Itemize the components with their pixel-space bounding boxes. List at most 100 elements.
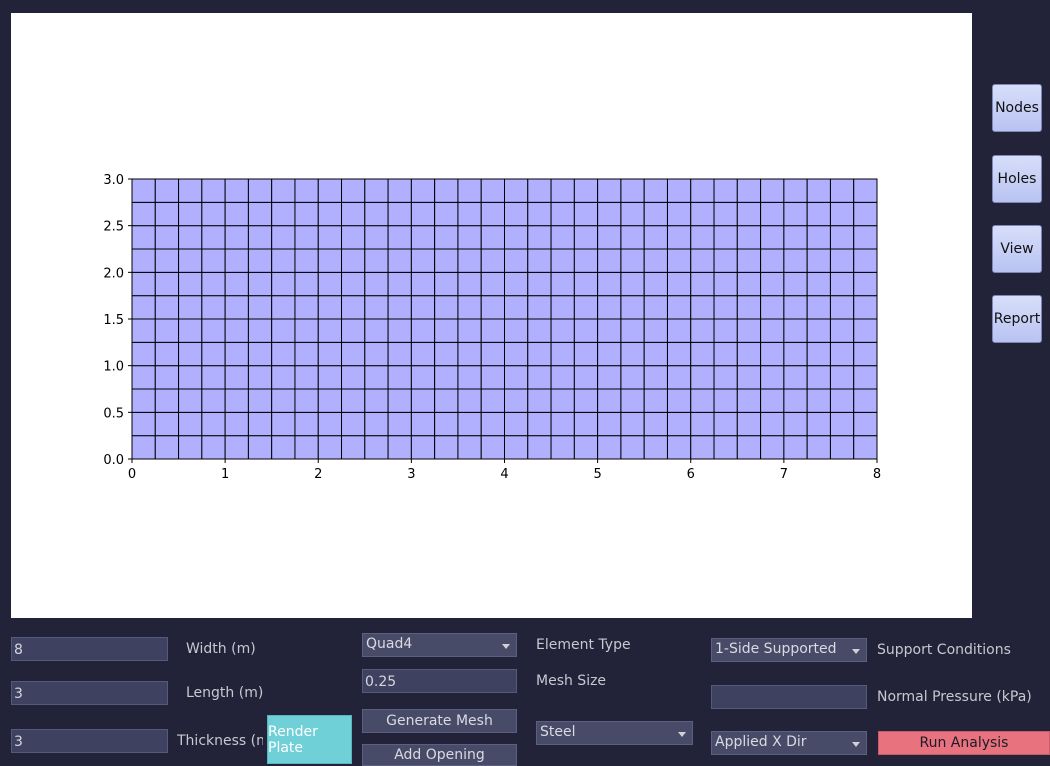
normal-pressure-input[interactable]: [711, 685, 867, 709]
y-tick-label: 0.5: [103, 406, 124, 421]
length-input[interactable]: [11, 681, 168, 705]
y-tick-label: 2.5: [103, 220, 124, 235]
element-type-select[interactable]: Quad4: [362, 633, 517, 657]
mesh-element: [294, 271, 319, 297]
mesh-element: [853, 318, 878, 343]
mesh-element: [457, 295, 482, 320]
mesh-element: [597, 388, 622, 413]
nodes-button[interactable]: Nodes: [992, 84, 1042, 132]
render-plate-button[interactable]: Render Plate: [267, 715, 352, 764]
mesh-element: [294, 411, 319, 437]
mesh-element: [341, 411, 366, 437]
mesh-element: [434, 178, 459, 203]
mesh-element: [713, 365, 738, 390]
mesh-element: [853, 435, 878, 460]
mesh-element: [690, 341, 715, 367]
mesh-element: [713, 435, 738, 460]
mesh-element: [364, 435, 389, 460]
mesh-element: [410, 341, 436, 367]
material-select[interactable]: Steel: [536, 721, 693, 745]
run-analysis-button[interactable]: Run Analysis: [878, 731, 1050, 755]
mesh-element: [410, 295, 436, 320]
thickness-input[interactable]: [11, 729, 168, 753]
mesh-element: [364, 271, 389, 297]
mesh-element: [713, 248, 738, 273]
mesh-element: [643, 435, 668, 460]
mesh-element: [806, 271, 831, 297]
mesh-element: [131, 411, 156, 437]
mesh-element: [620, 411, 645, 437]
chevron-down-icon: [678, 732, 686, 737]
x-tick-label: 2: [314, 467, 322, 482]
mesh-element: [178, 271, 203, 297]
mesh-element: [760, 178, 785, 203]
mesh-element: [341, 388, 366, 413]
mesh-element: [643, 365, 668, 390]
width-input[interactable]: [11, 637, 168, 661]
load-direction-select[interactable]: Applied X Dir: [711, 731, 867, 755]
mesh-element: [853, 248, 878, 273]
mesh-element: [806, 318, 831, 343]
mesh-element: [620, 435, 645, 460]
generate-mesh-button[interactable]: Generate Mesh: [362, 709, 517, 733]
mesh-element: [224, 178, 249, 203]
mesh-element: [341, 248, 366, 273]
mesh-element: [317, 295, 343, 320]
mesh-element: [829, 411, 855, 437]
mesh-element: [736, 318, 762, 343]
mesh-element: [736, 341, 762, 367]
mesh-element: [480, 365, 505, 390]
mesh-element: [271, 341, 296, 367]
mesh-element: [341, 365, 366, 390]
mesh-element: [666, 318, 692, 343]
x-tick-label: 4: [500, 467, 508, 482]
mesh-element: [457, 341, 482, 367]
mesh-element: [178, 248, 203, 273]
mesh-element: [597, 178, 622, 203]
mesh-element: [690, 271, 715, 297]
report-button[interactable]: Report: [992, 295, 1042, 343]
mesh-element: [527, 318, 552, 343]
mesh-element: [294, 318, 319, 343]
mesh-element: [666, 435, 692, 460]
mesh-element: [504, 435, 529, 460]
support-conditions-select[interactable]: 1-Side Supported: [711, 638, 867, 662]
mesh-element: [806, 225, 831, 250]
mesh-element: [364, 178, 389, 203]
mesh-element: [504, 225, 529, 250]
mesh-element: [434, 435, 459, 460]
mesh-element: [201, 341, 226, 367]
mesh-element: [713, 388, 738, 413]
mesh-element: [131, 388, 156, 413]
thickness-label: Thickness (n: [177, 733, 263, 749]
mesh-element: [247, 365, 273, 390]
mesh-element: [806, 295, 831, 320]
mesh-element: [271, 248, 296, 273]
mesh-element: [736, 295, 762, 320]
mesh-element: [247, 271, 273, 297]
element-type-value: Quad4: [366, 636, 413, 652]
add-opening-button[interactable]: Add Opening: [362, 744, 517, 766]
mesh-element: [154, 365, 180, 390]
mesh-element: [480, 295, 505, 320]
mesh-element: [271, 225, 296, 250]
mesh-size-input[interactable]: [362, 669, 517, 693]
mesh-element: [387, 248, 412, 273]
mesh-element: [643, 295, 668, 320]
mesh-element: [387, 341, 412, 367]
mesh-element: [783, 411, 808, 437]
mesh-element: [736, 411, 762, 437]
mesh-element: [294, 201, 319, 227]
mesh-element: [573, 411, 599, 437]
view-button[interactable]: View: [992, 225, 1042, 273]
mesh-element: [783, 388, 808, 413]
mesh-element: [457, 201, 482, 227]
mesh-element: [504, 248, 529, 273]
mesh-element: [271, 365, 296, 390]
mesh-element: [597, 411, 622, 437]
holes-button[interactable]: Holes: [992, 155, 1042, 203]
mesh-element: [783, 201, 808, 227]
mesh-element: [480, 435, 505, 460]
mesh-element: [224, 271, 249, 297]
mesh-element: [527, 411, 552, 437]
